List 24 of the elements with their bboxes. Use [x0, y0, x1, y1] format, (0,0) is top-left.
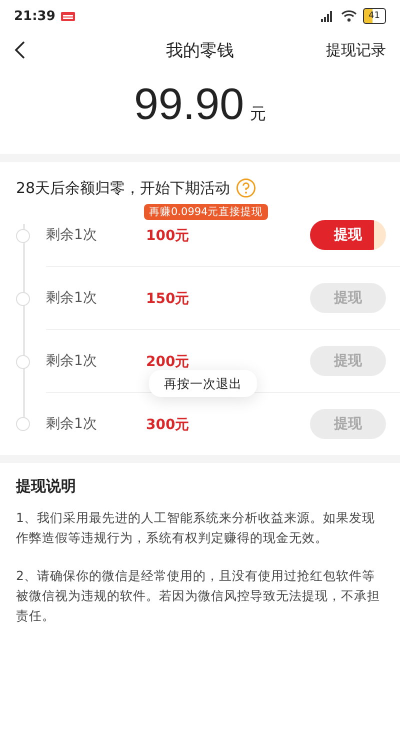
- remaining-count: 剩余1次: [46, 226, 98, 244]
- records-link[interactable]: 提现记录: [326, 40, 386, 60]
- remaining-count: 剩余1次: [46, 289, 98, 307]
- wifi-icon: [340, 10, 357, 22]
- status-time: 21:39: [14, 8, 56, 24]
- tier-amount: 200元: [146, 354, 190, 370]
- page-title: 我的零钱: [166, 40, 234, 62]
- note-paragraph: 1、我们采用最先进的人工智能系统来分析收益来源。如果发现作弊造假等违规行为，系统有权判定赚得的现金无效。: [16, 509, 376, 547]
- balance-amount: 99.90: [134, 80, 244, 130]
- section-title: 提现说明: [16, 477, 77, 496]
- signal-icon: [318, 10, 335, 22]
- remaining-count: 剩余1次: [46, 352, 98, 370]
- back-icon[interactable]: [14, 40, 26, 60]
- tier-amount: 100元: [146, 228, 190, 244]
- balance-unit: 元: [250, 104, 266, 125]
- note-paragraph: 2、请确保你的微信是经常使用的，且没有使用过抢红包软件等被微信视为违规的软件。若因为微信风控导致无法提现，不承担责任。: [16, 567, 381, 625]
- withdraw-button[interactable]: 提现: [310, 220, 386, 250]
- tier-amount: 150元: [146, 291, 190, 307]
- tip-badge: 再赚0.0994元直接提现: [144, 204, 268, 220]
- section-title: 28天后余额归零，开始下期活动: [16, 178, 230, 198]
- notification-icon: [61, 12, 76, 20]
- tier-amount: 300元: [146, 417, 190, 433]
- remaining-count: 剩余1次: [46, 415, 98, 433]
- toast-message: 再按一次退出: [149, 370, 257, 397]
